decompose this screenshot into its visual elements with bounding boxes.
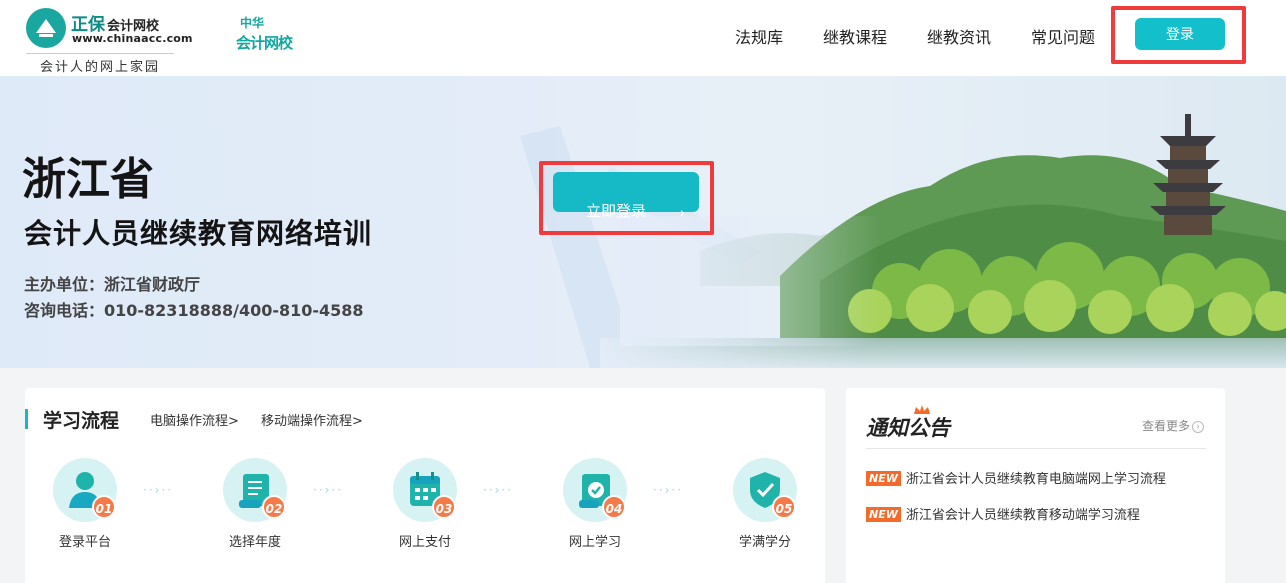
step-complete-credits[interactable]: 05 学满学分 <box>705 458 825 558</box>
divider <box>866 448 1206 449</box>
nav-news[interactable]: 继教资讯 <box>927 24 991 48</box>
step-label: 登录平台 <box>58 535 111 550</box>
process-title: 学习流程 <box>43 410 120 432</box>
zhonghua-logo-line1: 中华 <box>240 16 265 30</box>
new-badge: NEW <box>866 507 901 522</box>
banner-organizer: 主办单位：浙江省财政厅 <box>24 275 201 294</box>
banner-subtitle: 会计人员继续教育网络培训 <box>24 217 373 250</box>
step-label: 网上支付 <box>398 535 451 550</box>
step-number: 02 <box>262 495 286 519</box>
zhonghua-logo-line2: 会计网校 <box>236 34 293 52</box>
step-login[interactable]: 01 登录平台 <box>25 458 145 558</box>
notice-item-text: 浙江省会计人员继续教育移动端学习流程 <box>905 508 1140 523</box>
login-now-label: 立即登录 <box>586 203 647 220</box>
step-connector: ··›·· <box>143 483 174 497</box>
step-label: 学满学分 <box>738 535 791 550</box>
notice-item-text: 浙江省会计人员继续教育电脑端网上学习流程 <box>905 472 1166 487</box>
notice-item[interactable]: NEW 浙江省会计人员继续教育移动端学习流程 <box>866 504 1206 523</box>
mobile-process-link[interactable]: 移动端操作流程> <box>261 410 363 429</box>
view-more-link[interactable]: 查看更多 › <box>1142 417 1205 434</box>
login-now-button[interactable]: 立即登录 › <box>553 172 699 220</box>
step-label: 网上学习 <box>568 535 621 550</box>
new-badge: NEW <box>866 471 901 486</box>
chevron-right-icon: › <box>680 204 685 220</box>
chevron-right-icon: › <box>1192 420 1205 433</box>
step-online-payment[interactable]: 03 网上支付 <box>365 458 485 558</box>
zhonghua-logo[interactable]: 中华 会计网校 <box>236 14 293 62</box>
learning-process-panel: 学习流程 电脑操作流程> 移动端操作流程> 01 登录平台 ··›·· 02 选… <box>25 388 825 583</box>
logo-mark-icon <box>26 8 66 48</box>
step-number: 05 <box>772 495 796 519</box>
nav-regulations[interactable]: 法规库 <box>735 24 783 48</box>
step-number: 03 <box>432 495 456 519</box>
step-number: 04 <box>602 495 626 519</box>
nav-faq[interactable]: 常见问题 <box>1031 24 1095 48</box>
step-connector: ··›·· <box>483 483 514 497</box>
notice-item[interactable]: NEW 浙江省会计人员继续教育电脑端网上学习流程 <box>866 468 1206 487</box>
banner-title: 浙江省 <box>22 154 154 205</box>
banner-hotline: 咨询电话：010-82318888/400-810-4588 <box>24 301 364 320</box>
logo-slogan: 会计人的网上家园 <box>26 53 174 75</box>
step-connector: ··›·· <box>653 483 684 497</box>
pc-process-link[interactable]: 电脑操作流程> <box>150 410 239 429</box>
step-online-learning[interactable]: 04 网上学习 <box>535 458 655 558</box>
site-header: 正保 会计网校 www.chinaacc.com 会计人的网上家园 中华 会计网校… <box>0 0 1286 76</box>
step-number: 01 <box>92 495 116 519</box>
nav-courses[interactable]: 继教课程 <box>823 24 887 48</box>
step-select-year[interactable]: 02 选择年度 <box>195 458 315 558</box>
step-connector: ··›·· <box>313 483 344 497</box>
chinaacc-logo[interactable]: 正保 会计网校 www.chinaacc.com 会计人的网上家园 <box>26 8 193 75</box>
logo-url: www.chinaacc.com <box>72 32 193 45</box>
section-accent-bar <box>25 409 28 429</box>
login-button[interactable]: 登录 <box>1135 18 1225 50</box>
view-more-label: 查看更多 <box>1142 419 1191 433</box>
notice-panel: 通知公告 查看更多 › NEW 浙江省会计人员继续教育电脑端网上学习流程 NEW 浙江… <box>846 388 1225 583</box>
notice-title: 通知公告 <box>866 415 950 440</box>
step-label: 选择年度 <box>228 535 281 550</box>
hero-banner: 浙江省 会计人员继续教育网络培训 主办单位：浙江省财政厅 咨询电话：010-82… <box>0 76 1286 368</box>
